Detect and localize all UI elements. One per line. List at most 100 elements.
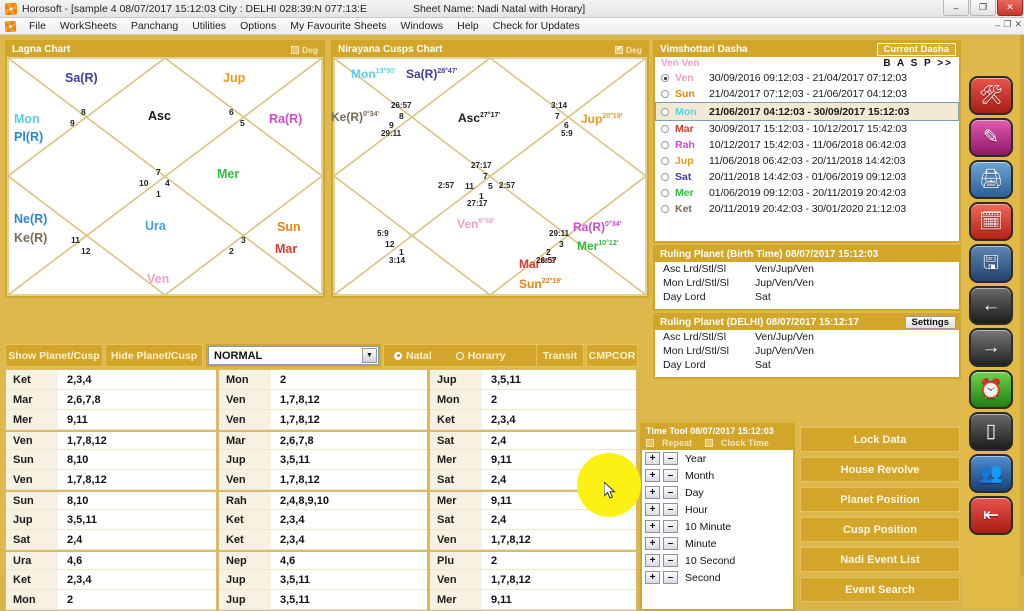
minimize-button[interactable]: – [943, 0, 969, 16]
planet-cusp-table-col1[interactable]: Ket 2,3,4 Mar 2,6,7,8 Mer 9,11 Ven 1,7,8,12 Sun 8… [5, 369, 217, 611]
mdi-restore-button[interactable]: ❐ [1003, 19, 1011, 30]
decrement-10-second-button[interactable]: – [663, 554, 678, 567]
dasha-row[interactable]: Jup 11/06/2018 06:42:03 - 20/11/2018 14:4… [655, 153, 959, 169]
cmpcor-button[interactable]: CMPCOR [586, 344, 638, 367]
increment-year-button[interactable]: + [645, 452, 660, 465]
horary-radio-option[interactable]: Horarry [455, 350, 506, 362]
table-row[interactable]: Mer 9,11 [6, 410, 216, 430]
lock-data-button[interactable]: Lock Data [800, 427, 960, 452]
decrement-day-button[interactable]: – [663, 486, 678, 499]
table-row[interactable]: Mar 2,6,7,8 [219, 430, 427, 450]
dasha-row[interactable]: Mer 01/06/2019 09:12:03 - 20/11/2019 20:4… [655, 185, 959, 201]
workspace-scrollbar[interactable] [1020, 35, 1024, 576]
table-row[interactable]: Ura 4,6 [6, 550, 216, 570]
decrement-hour-button[interactable]: – [663, 503, 678, 516]
dasha-row[interactable]: Mon 21/06/2017 04:12:03 - 30/09/2017 15:1… [655, 102, 959, 121]
table-row[interactable]: Nep 4,6 [219, 550, 427, 570]
print-icon[interactable]: 🖨 [969, 160, 1013, 199]
table-row[interactable]: Jup 3,5,11 [430, 370, 636, 390]
table-row[interactable]: Ket 2,3,4 [6, 570, 216, 590]
dasha-radio[interactable] [661, 74, 669, 82]
repeat-checkbox[interactable] [646, 439, 654, 447]
planet-cusp-table-col2[interactable]: Mon 2 Ven 1,7,8,12 Ven 1,7,8,12 Mar 2,6,7,8 Jup 3… [218, 369, 428, 611]
planet-position-button[interactable]: Planet Position [800, 487, 960, 512]
table-row[interactable]: Sat 2,4 [430, 430, 636, 450]
table-row[interactable]: Mon 2 [430, 390, 636, 410]
back-arrow-icon[interactable]: ← [969, 286, 1013, 325]
mdi-close-button[interactable]: ✕ [1014, 19, 1022, 30]
lagna-deg-checkbox[interactable] [290, 45, 299, 54]
save-icon[interactable]: 🖫 [969, 244, 1013, 283]
clock-time-checkbox[interactable] [705, 439, 714, 447]
menu-item-my-favourite-sheets[interactable]: My Favourite Sheets [283, 19, 393, 33]
table-row[interactable]: Ket 2,3,4 [219, 510, 427, 530]
table-row[interactable]: Mon 2 [6, 590, 216, 610]
increment-month-button[interactable]: + [645, 469, 660, 482]
event-search-button[interactable]: Event Search [800, 577, 960, 602]
table-row[interactable]: Sun 8,10 [6, 490, 216, 510]
lagna-chart-diagram[interactable]: Sa(R) Jup Asc Mon Pl(R) Ra(R) Mer Ne(R) … [7, 57, 323, 296]
maximize-button[interactable]: ❐ [970, 0, 996, 16]
table-row[interactable]: Rah 2,4,8,9,10 [219, 490, 427, 510]
table-row[interactable]: Jup 3,5,11 [219, 450, 427, 470]
menu-item-help[interactable]: Help [450, 19, 486, 33]
table-row[interactable]: Jup 3,5,11 [6, 510, 216, 530]
settings-button[interactable]: Settings [904, 316, 956, 329]
dasha-radio[interactable] [661, 107, 669, 116]
dasha-row[interactable]: Sat 20/11/2018 14:42:03 - 01/06/2019 09:1… [655, 169, 959, 185]
dasha-row[interactable]: Sun 21/04/2017 07:12:03 - 21/06/2017 04:1… [655, 86, 959, 102]
dasha-radio[interactable] [661, 205, 669, 213]
book-icon[interactable]: ▯ [969, 412, 1013, 451]
table-row[interactable]: Ven 1,7,8,12 [6, 430, 216, 450]
people-icon[interactable]: 👥 [969, 454, 1013, 493]
nirayana-deg-checkbox[interactable] [614, 44, 623, 54]
current-dasha-button[interactable]: Current Dasha [876, 43, 956, 56]
table-row[interactable]: Ven 1,7,8,12 [219, 470, 427, 490]
exit-icon[interactable]: ⇤ [969, 496, 1013, 535]
menu-item-check-for-updates[interactable]: Check for Updates [486, 19, 587, 33]
increment-hour-button[interactable]: + [645, 503, 660, 516]
show-planet-cusp-button[interactable]: Show Planet/Cusp [5, 344, 103, 367]
natal-radio[interactable] [394, 351, 402, 360]
menu-item-file[interactable]: File [22, 19, 53, 33]
decrement-second-button[interactable]: – [663, 571, 678, 584]
natal-radio-option[interactable]: Natal [394, 350, 432, 362]
table-row[interactable]: Mar 2,6,7,8 [6, 390, 216, 410]
decrement-month-button[interactable]: – [663, 469, 678, 482]
table-row[interactable]: Ven 1,7,8,12 [6, 470, 216, 490]
decrement-year-button[interactable]: – [663, 452, 678, 465]
increment-minute-button[interactable]: + [645, 537, 660, 550]
table-row[interactable]: Ven 1,7,8,12 [430, 530, 636, 550]
menu-item-worksheets[interactable]: WorkSheets [53, 19, 124, 33]
nadi-event-list-button[interactable]: Nadi Event List [800, 547, 960, 572]
decrement-10-minute-button[interactable]: – [663, 520, 678, 533]
dasha-radio[interactable] [661, 125, 669, 133]
dasha-radio[interactable] [661, 189, 669, 197]
dasha-radio[interactable] [661, 90, 669, 98]
table-row[interactable]: Ket 2,3,4 [430, 410, 636, 430]
nirayana-chart-diagram[interactable]: Mon13°50' Sa(R)28°47' Asc27°17' Ke(R)0°3… [331, 57, 647, 296]
increment-10-second-button[interactable]: + [645, 554, 660, 567]
table-row[interactable]: Ven 1,7,8,12 [430, 570, 636, 590]
dasha-radio[interactable] [661, 157, 669, 165]
table-row[interactable]: Jup 3,5,11 [219, 570, 427, 590]
forward-arrow-icon[interactable]: → [969, 328, 1013, 367]
table-row[interactable]: Jup 3,5,11 [219, 590, 427, 610]
dasha-row[interactable]: Rah 10/12/2017 15:42:03 - 11/06/2018 06:4… [655, 137, 959, 153]
table-row[interactable]: Ket 2,3,4 [219, 530, 427, 550]
house-revolve-button[interactable]: House Revolve [800, 457, 960, 482]
dasha-radio[interactable] [661, 173, 669, 181]
menu-item-windows[interactable]: Windows [394, 19, 451, 33]
table-row[interactable]: Ket 2,3,4 [6, 370, 216, 390]
dasha-radio[interactable] [661, 141, 669, 149]
transit-button[interactable]: Transit [536, 344, 584, 367]
dasha-row[interactable]: Mar 30/09/2017 15:12:03 - 10/12/2017 15:4… [655, 121, 959, 137]
decrement-minute-button[interactable]: – [663, 537, 678, 550]
mdi-minimize-button[interactable]: – [995, 20, 1000, 30]
table-row[interactable]: Ven 1,7,8,12 [219, 410, 427, 430]
table-row[interactable]: Ven 1,7,8,12 [219, 390, 427, 410]
table-row[interactable]: Sun 8,10 [6, 450, 216, 470]
increment-second-button[interactable]: + [645, 571, 660, 584]
menu-item-panchang[interactable]: Panchang [124, 19, 185, 33]
cusp-position-button[interactable]: Cusp Position [800, 517, 960, 542]
